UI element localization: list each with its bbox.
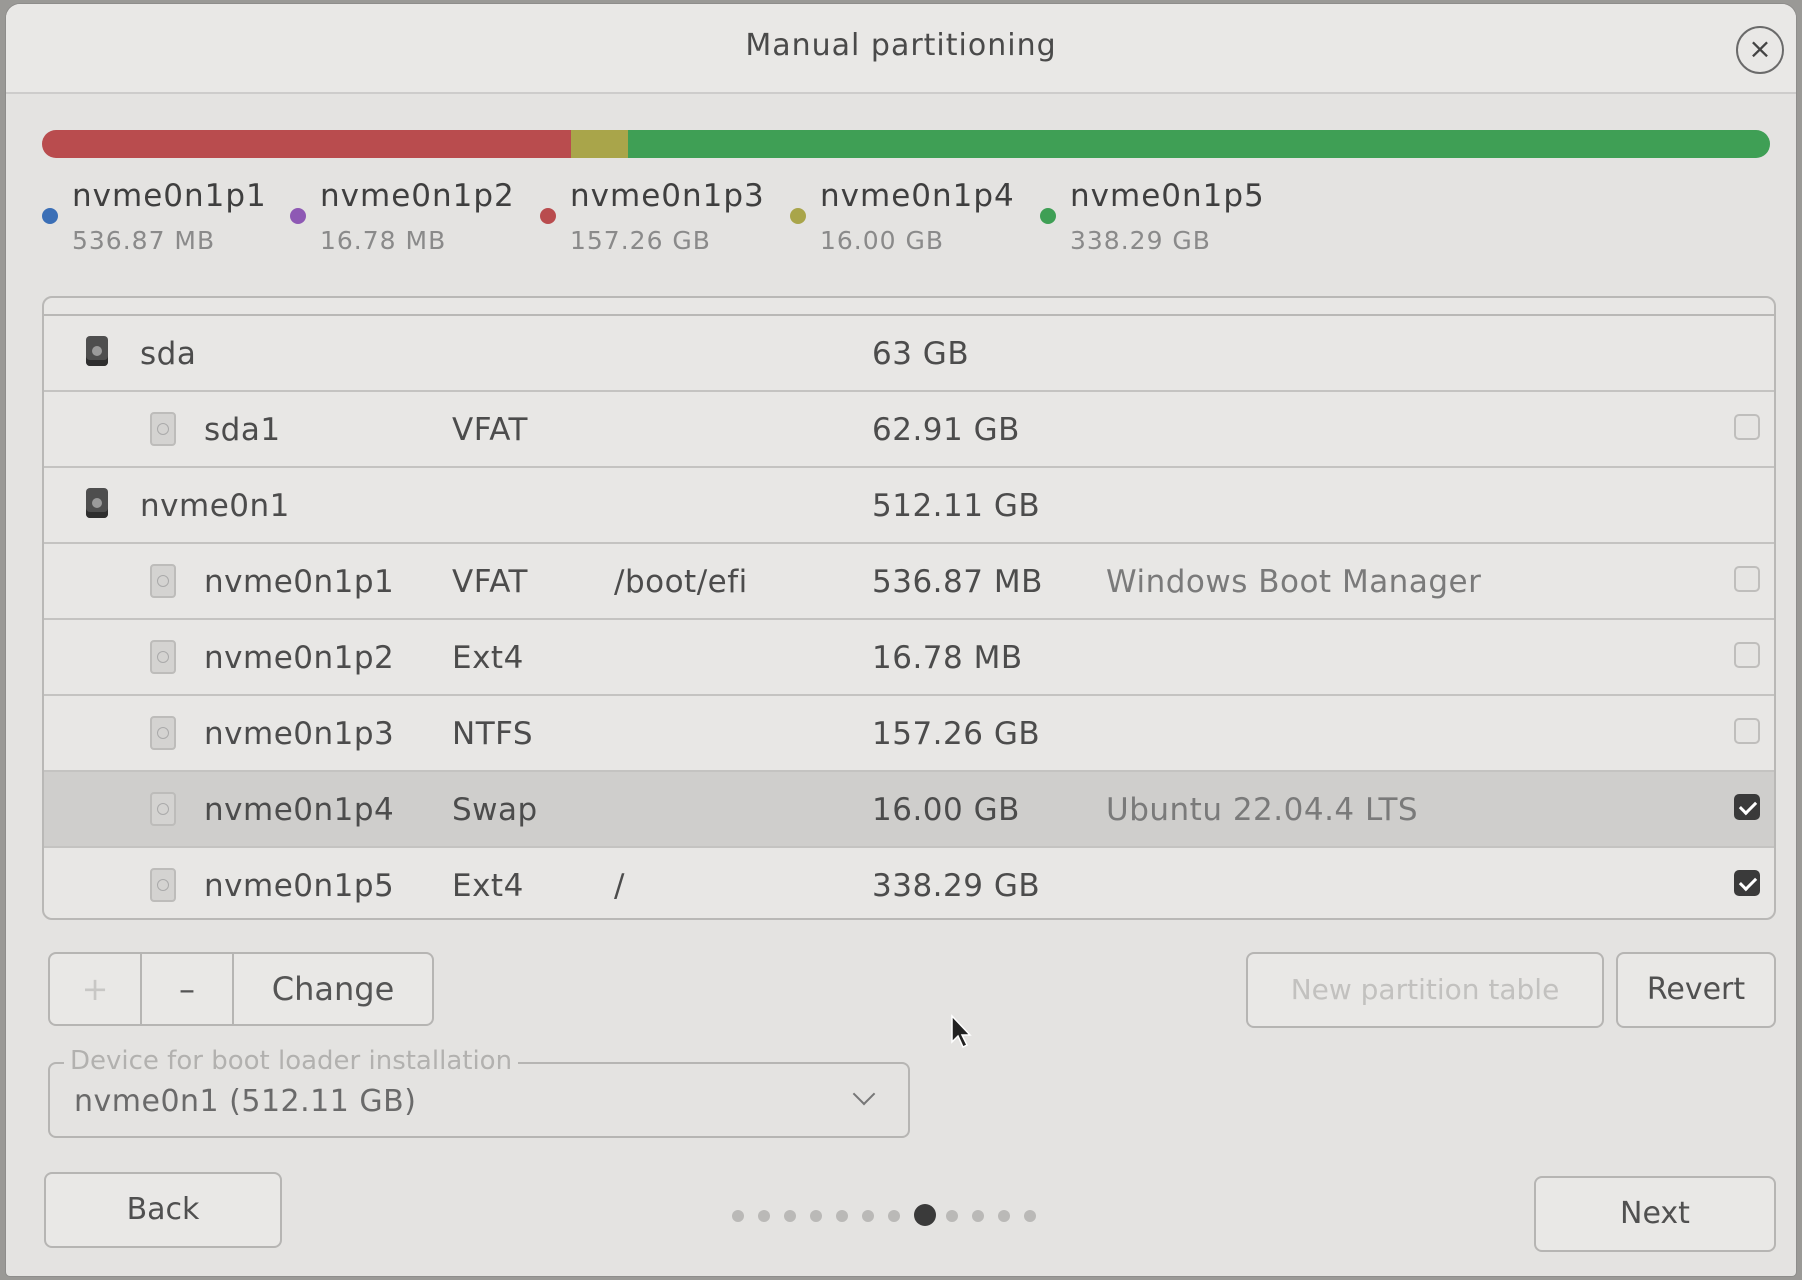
manual-partitioning-window: Manual partitioning × nvme0n1p1 536.87 MB… <box>6 4 1796 1276</box>
filesystem-type: VFAT <box>452 564 528 600</box>
partition-icon <box>150 716 176 750</box>
format-checkbox[interactable] <box>1734 642 1760 668</box>
window-title: Manual partitioning <box>745 28 1057 63</box>
size: 157.26 GB <box>872 716 1041 752</box>
legend-partition-name: nvme0n1p3 <box>570 178 765 214</box>
partition-name: nvme0n1p4 <box>204 792 395 828</box>
filesystem-type: Swap <box>452 792 538 828</box>
legend-partition-name: nvme0n1p4 <box>820 178 1015 214</box>
bootloader-device-value: nvme0n1 (512.11 GB) <box>74 1084 417 1119</box>
title-bar: Manual partitioning × <box>6 4 1796 94</box>
partition-segment-nvme0n1p4 <box>570 130 628 158</box>
close-icon: × <box>1748 32 1772 65</box>
change-partition-button[interactable]: Change <box>232 952 434 1026</box>
page-dot <box>836 1210 848 1222</box>
page-dot <box>1024 1210 1036 1222</box>
partition-name: nvme0n1p3 <box>204 716 395 752</box>
format-checkbox[interactable] <box>1734 870 1760 896</box>
next-button[interactable]: Next <box>1534 1176 1776 1252</box>
page-dot <box>758 1210 770 1222</box>
add-partition-button[interactable]: + <box>48 952 140 1026</box>
legend-color-dot <box>42 208 58 224</box>
legend-color-dot <box>1040 208 1056 224</box>
partition-legend: nvme0n1p1 536.87 MB nvme0n1p2 16.78 MB nvme0… <box>42 174 1770 264</box>
partition-row-nvme0n1p1[interactable]: nvme0n1p1 VFAT/boot/efi Windows Boot Manag… <box>44 544 1774 620</box>
partition-row-sda1[interactable]: sda1 VFAT 62.91 GB <box>44 392 1774 468</box>
legend-color-dot <box>540 208 556 224</box>
page-dot <box>972 1210 984 1222</box>
system-name: Ubuntu 22.04.4 LTS <box>1106 792 1419 828</box>
partition-icon <box>150 868 176 902</box>
page-dot <box>810 1210 822 1222</box>
partition-name: nvme0n1p2 <box>204 640 395 676</box>
revert-button[interactable]: Revert <box>1616 952 1776 1028</box>
partition-icon <box>150 412 176 446</box>
partition-row-nvme0n1p2[interactable]: nvme0n1p2 Ext4 16.78 MB <box>44 620 1774 696</box>
partition-edit-buttons: + – Change <box>48 952 434 1026</box>
partition-name: sda1 <box>204 412 281 448</box>
page-dot <box>784 1210 796 1222</box>
size: 536.87 MB <box>872 564 1043 600</box>
format-checkbox[interactable] <box>1734 794 1760 820</box>
partition-table: sda 63 GB sda1 VFAT 62.91 GB nvme0n1 512.11 GB… <box>42 296 1776 920</box>
system-name: Windows Boot Manager <box>1106 564 1482 600</box>
back-button[interactable]: Back <box>44 1172 282 1248</box>
partition-segment-nvme0n1p3 <box>42 130 571 158</box>
drive-icon <box>86 488 108 518</box>
device-name: sda <box>140 336 197 372</box>
filesystem-type: VFAT <box>452 412 528 448</box>
partition-segment-nvme0n1p5 <box>627 130 1770 158</box>
legend-color-dot <box>790 208 806 224</box>
mount-point: / <box>614 868 625 904</box>
disk-row-sda[interactable]: sda 63 GB <box>44 316 1774 392</box>
disk-row-nvme0n1[interactable]: nvme0n1 512.11 GB <box>44 468 1774 544</box>
filesystem-type: Ext4 <box>452 868 524 904</box>
partition-usage-bar <box>42 130 1770 158</box>
format-checkbox[interactable] <box>1734 566 1760 592</box>
legend-color-dot <box>290 208 306 224</box>
partition-name: nvme0n1p5 <box>204 868 395 904</box>
mouse-cursor-icon <box>951 1014 972 1049</box>
legend-partition-size: 16.78 MB <box>320 226 447 255</box>
legend-partition-size: 536.87 MB <box>72 226 216 255</box>
filesystem-type: NTFS <box>452 716 534 752</box>
legend-partition-size: 157.26 GB <box>570 226 711 255</box>
remove-partition-button[interactable]: – <box>140 952 232 1026</box>
close-button[interactable]: × <box>1736 26 1784 74</box>
page-dot <box>732 1210 744 1222</box>
partition-name: nvme0n1p1 <box>204 564 395 600</box>
drive-icon <box>86 336 108 366</box>
partition-row-nvme0n1p4[interactable]: nvme0n1p4 Swap Ubuntu 22.04.4 LTS 16.00 GB <box>44 772 1774 848</box>
page-dot <box>862 1210 874 1222</box>
device-name: nvme0n1 <box>140 488 290 524</box>
partition-icon <box>150 792 176 826</box>
legend-partition-size: 338.29 GB <box>1070 226 1211 255</box>
size: 16.00 GB <box>872 792 1020 828</box>
size: 63 GB <box>872 336 970 372</box>
legend-partition-size: 16.00 GB <box>820 226 945 255</box>
partition-row-nvme0n1p3[interactable]: nvme0n1p3 NTFS 157.26 GB <box>44 696 1774 772</box>
page-dot <box>998 1210 1010 1222</box>
size: 62.91 GB <box>872 412 1020 448</box>
mount-point: /boot/efi <box>614 564 748 600</box>
table-header <box>44 298 1774 316</box>
size: 16.78 MB <box>872 640 1023 676</box>
partition-icon <box>150 564 176 598</box>
format-checkbox[interactable] <box>1734 414 1760 440</box>
new-partition-table-button[interactable]: New partition table <box>1246 952 1604 1028</box>
partition-icon <box>150 640 176 674</box>
page-dot-current <box>914 1204 936 1226</box>
filesystem-type: Ext4 <box>452 640 524 676</box>
legend-partition-name: nvme0n1p2 <box>320 178 515 214</box>
page-dot <box>946 1210 958 1222</box>
bootloader-device-label: Device for boot loader installation <box>64 1046 519 1076</box>
legend-partition-name: nvme0n1p5 <box>1070 178 1265 214</box>
size: 512.11 GB <box>872 488 1041 524</box>
size: 338.29 GB <box>872 868 1041 904</box>
format-checkbox[interactable] <box>1734 718 1760 744</box>
page-dot <box>888 1210 900 1222</box>
partition-row-nvme0n1p5[interactable]: nvme0n1p5 Ext4 / 338.29 GB <box>44 848 1774 918</box>
chevron-down-icon <box>852 1082 876 1106</box>
legend-partition-name: nvme0n1p1 <box>72 178 267 214</box>
